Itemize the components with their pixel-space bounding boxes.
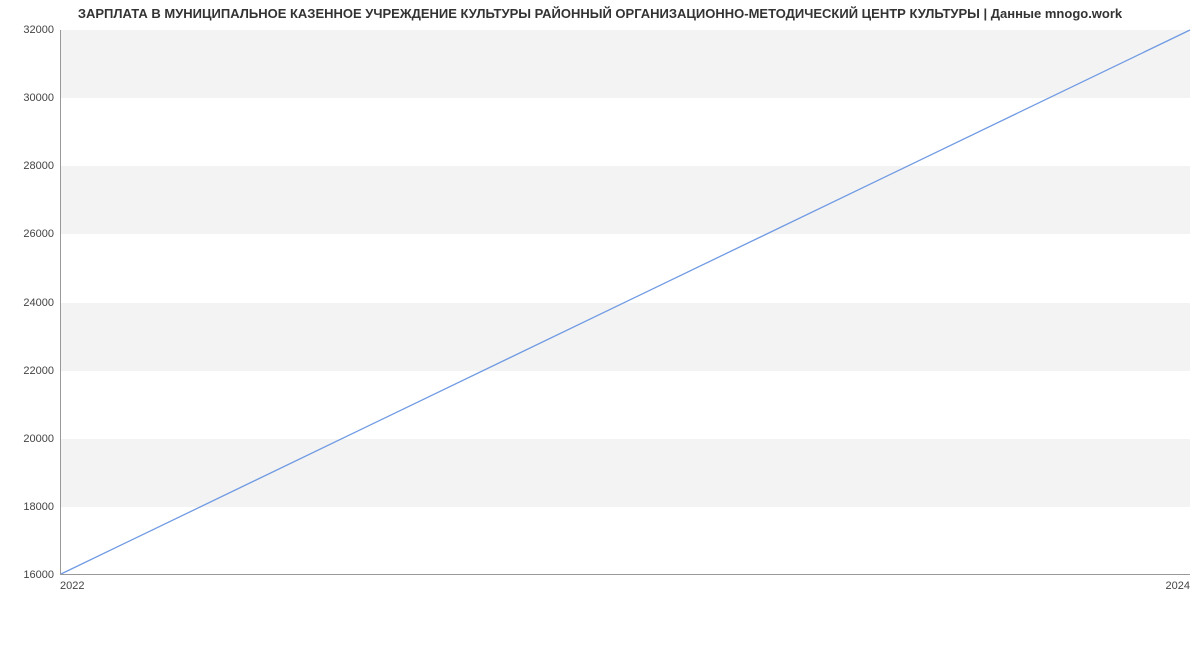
- data-series-line: [61, 30, 1190, 574]
- chart-title: ЗАРПЛАТА В МУНИЦИПАЛЬНОЕ КАЗЕННОЕ УЧРЕЖД…: [0, 6, 1200, 21]
- y-tick-label: 30000: [4, 92, 54, 104]
- y-tick-label: 24000: [4, 297, 54, 309]
- plot-area: [60, 30, 1190, 575]
- y-tick-label: 22000: [4, 365, 54, 377]
- y-tick-label: 16000: [4, 569, 54, 581]
- y-tick-label: 26000: [4, 228, 54, 240]
- y-tick-label: 18000: [4, 501, 54, 513]
- y-tick-label: 32000: [4, 24, 54, 36]
- line-svg: [61, 30, 1190, 574]
- x-tick-label: 2022: [60, 580, 84, 592]
- y-tick-label: 28000: [4, 160, 54, 172]
- chart-container: ЗАРПЛАТА В МУНИЦИПАЛЬНОЕ КАЗЕННОЕ УЧРЕЖД…: [0, 0, 1200, 620]
- y-tick-label: 20000: [4, 433, 54, 445]
- x-tick-label: 2024: [1166, 580, 1190, 592]
